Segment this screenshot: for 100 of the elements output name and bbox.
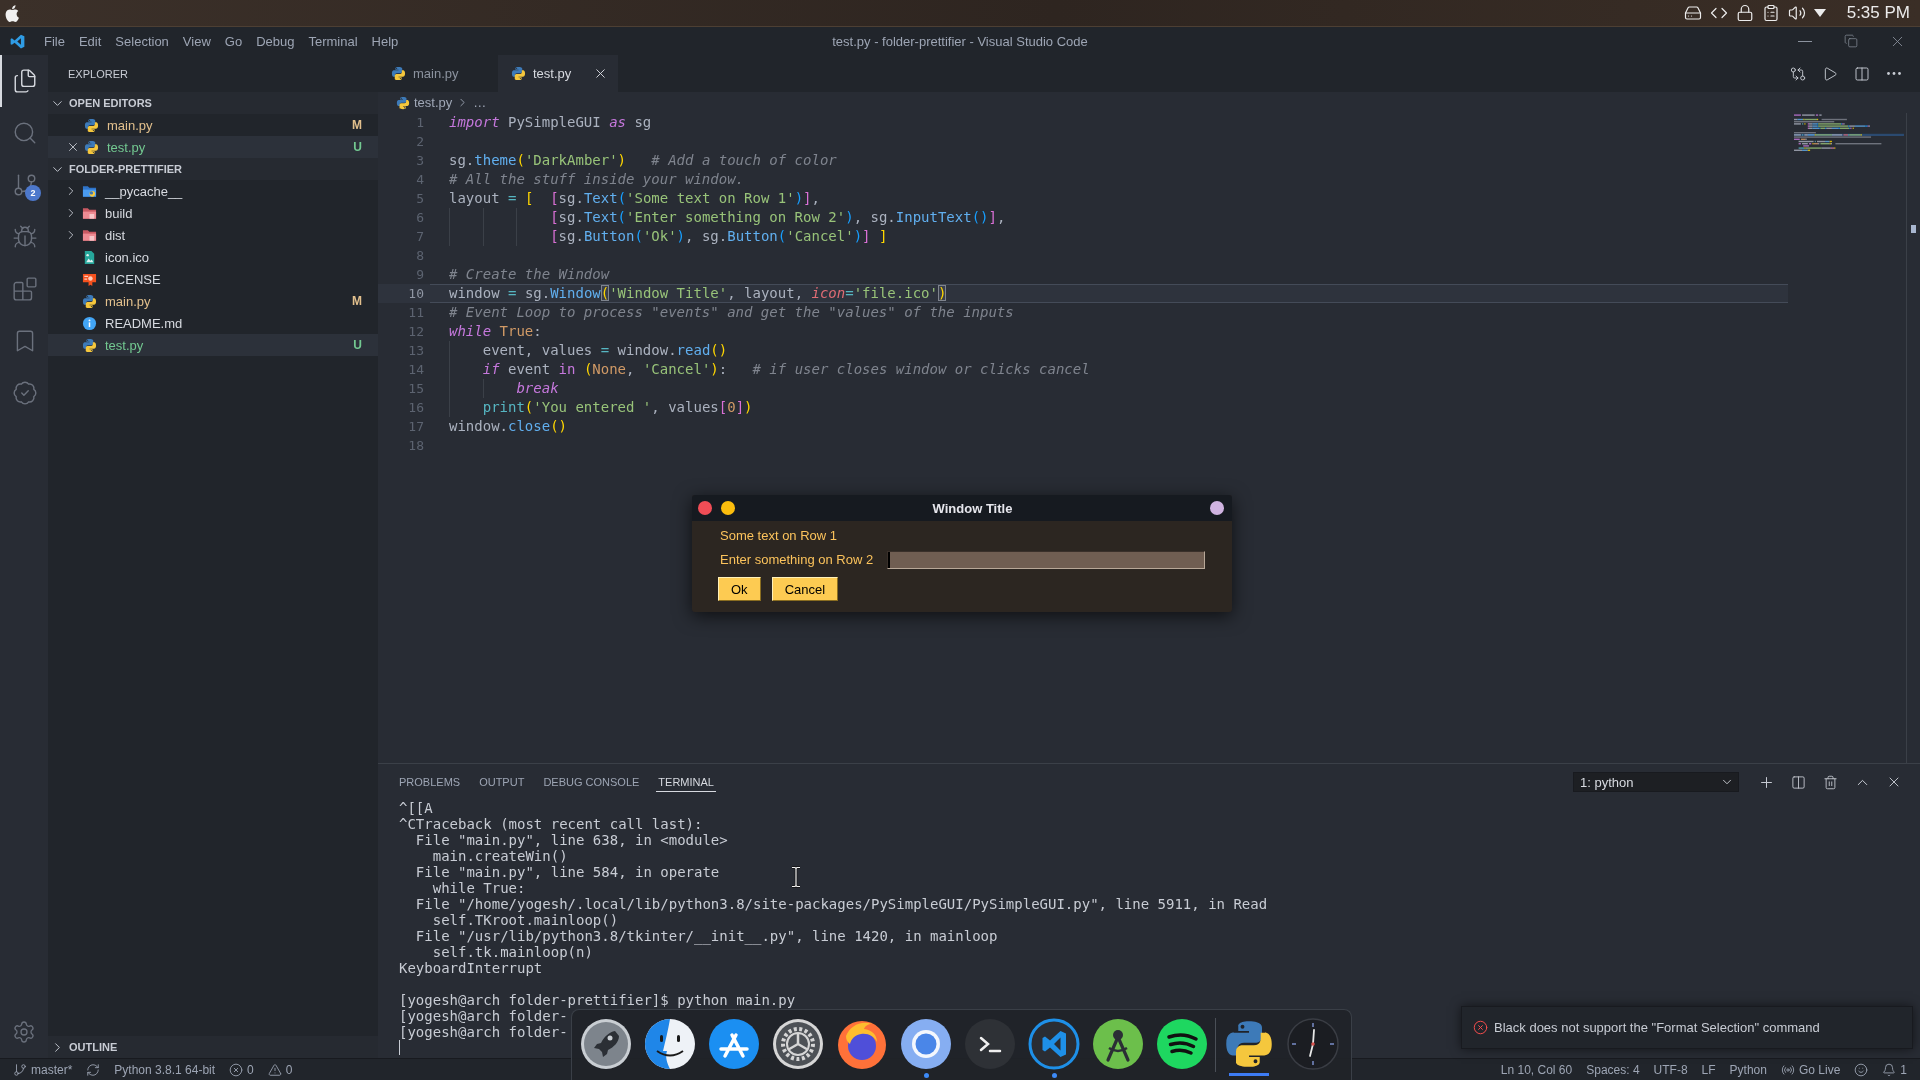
branch-indicator[interactable]: master* (6, 1059, 80, 1080)
panel-tab[interactable]: PROBLEMS (397, 772, 463, 792)
clipboard-icon[interactable] (1761, 4, 1780, 22)
fox-globe-icon[interactable] (836, 1018, 888, 1070)
menu-item[interactable]: Terminal (301, 27, 365, 55)
sound-waves-icon[interactable] (1156, 1018, 1208, 1070)
section-header[interactable]: OPEN EDITORS (48, 92, 378, 114)
image-file-icon (82, 249, 97, 265)
line-number: 15 (407, 380, 425, 398)
bell-icon (1882, 1062, 1897, 1077)
menu-item[interactable]: Selection (108, 27, 176, 55)
minimize-button[interactable] (721, 501, 735, 515)
terminal-line: [yogesh@arch folder- (399, 1024, 568, 1040)
section-header[interactable]: FOLDER-PRETTIFIER (48, 158, 378, 180)
face-logo-icon[interactable] (644, 1018, 696, 1070)
line-number: 11 (407, 304, 425, 322)
ok-button[interactable]: Ok (718, 577, 761, 601)
terminal-line: File "main.py", line 638, in <module> (414, 832, 728, 848)
line-number: 17 (407, 418, 425, 436)
menu-item[interactable]: Debug (249, 27, 302, 55)
snakes-icon[interactable] (1223, 1018, 1275, 1070)
terminal-selector[interactable]: 1: python (1573, 772, 1739, 792)
ribbon-logo-icon[interactable] (1028, 1018, 1080, 1070)
explorer-tree-entry[interactable]: icon.ico (48, 246, 378, 268)
source-control-button[interactable]: 2 (0, 159, 48, 211)
encoding-selector[interactable]: UTF-8 (1646, 1059, 1695, 1080)
terminal-icon[interactable] (964, 1018, 1016, 1070)
play-icon (1822, 65, 1838, 82)
breadcrumb-item[interactable]: test.py (414, 95, 453, 110)
explorer-tree-entry[interactable]: __pycache__ (48, 180, 378, 202)
open-editor-entry[interactable]: main.py M (48, 114, 378, 136)
split-icon (1854, 65, 1870, 82)
clock-icon[interactable] (1287, 1018, 1339, 1070)
panel-tab[interactable]: DEBUG CONSOLE (541, 772, 642, 792)
clock-text: 5:35 PM (1846, 3, 1910, 23)
interpreter-selector[interactable]: Python 3.8.1 64-bit (107, 1059, 223, 1080)
terminal-line: ^CTraceback (most recent call last): (399, 816, 703, 832)
explorer-tree-entry[interactable]: LICENSE (48, 268, 378, 290)
snakes-icon (82, 337, 97, 353)
terminal-line: while True: (431, 880, 526, 896)
cancel-button[interactable]: Cancel (771, 577, 839, 601)
check-badge-icon (12, 380, 38, 406)
gear-icon[interactable] (772, 1018, 824, 1070)
line-number: 1 (415, 114, 425, 132)
breadcrumb-item[interactable]: … (473, 95, 487, 110)
close-icon[interactable] (593, 66, 608, 81)
menu-item[interactable]: Edit (71, 27, 109, 55)
editor-tab[interactable]: test.py (498, 55, 618, 92)
menu-item[interactable]: Go (217, 27, 250, 55)
input-field[interactable] (887, 551, 1206, 569)
explorer-tree-entry[interactable]: test.py U (48, 334, 378, 356)
extensions-icon (12, 276, 38, 302)
explorer-tree-entry[interactable]: main.py M (48, 290, 378, 312)
compare-icon (1790, 65, 1806, 82)
bug-icon (12, 224, 38, 250)
indentation-selector[interactable]: Spaces: 4 (1579, 1059, 1647, 1080)
notifications-button[interactable]: 1 (1875, 1059, 1914, 1080)
apple-icon[interactable] (5, 4, 19, 22)
folder-icon (82, 227, 97, 243)
drive-icon[interactable] (1683, 4, 1702, 22)
folder-icon (82, 183, 97, 199)
line-number: 5 (415, 190, 425, 208)
warning-icon (267, 1062, 282, 1077)
line-number: 13 (407, 342, 425, 360)
menu-item[interactable]: File (37, 27, 72, 55)
git-status: M (352, 118, 362, 132)
line-number: 12 (407, 323, 425, 341)
maximize-button[interactable] (1210, 501, 1224, 515)
folder-icon (82, 205, 97, 221)
snakes-icon (396, 95, 410, 110)
overview-ruler-mark (1911, 225, 1916, 233)
snakes-icon (82, 293, 97, 309)
warnings-indicator[interactable]: 0 (260, 1059, 300, 1080)
line-ending-selector[interactable]: LF (1694, 1059, 1723, 1080)
explorer-tree-entry[interactable]: build (48, 202, 378, 224)
panel-tab[interactable]: TERMINAL (656, 772, 716, 792)
ring-icon[interactable] (900, 1018, 952, 1070)
caret-down-icon[interactable] (1813, 9, 1826, 17)
git-status: M (352, 294, 362, 308)
panel-tab[interactable]: OUTPUT (477, 772, 527, 792)
close-button[interactable] (698, 501, 712, 515)
explorer-tree-entry[interactable]: README.md (48, 312, 378, 334)
lock-icon[interactable] (1735, 4, 1754, 22)
letter-a-icon[interactable] (708, 1018, 760, 1070)
cursor-position[interactable]: Ln 10, Col 60 (1493, 1059, 1580, 1080)
go-live-button[interactable]: Go Live (1773, 1059, 1848, 1080)
rocket-icon[interactable] (580, 1018, 632, 1070)
section-header[interactable]: OUTLINE (48, 1036, 378, 1058)
open-editor-entry[interactable]: test.py U (48, 136, 378, 158)
language-selector[interactable]: Python (1722, 1059, 1774, 1080)
speaker-icon[interactable] (1787, 4, 1806, 22)
terminal-line: File "main.py", line 584, in operate (414, 864, 720, 880)
terminal-line: self.TKroot.mainloop() (431, 912, 619, 928)
menu-item[interactable]: View (175, 27, 218, 55)
settings-icon (12, 1020, 36, 1044)
menu-item[interactable]: Help (364, 27, 406, 55)
errors-indicator[interactable]: 0 (222, 1059, 261, 1080)
compass-icon[interactable] (1092, 1018, 1144, 1070)
explorer-tree-entry[interactable]: dist (48, 224, 378, 246)
close-icon[interactable] (66, 140, 80, 154)
